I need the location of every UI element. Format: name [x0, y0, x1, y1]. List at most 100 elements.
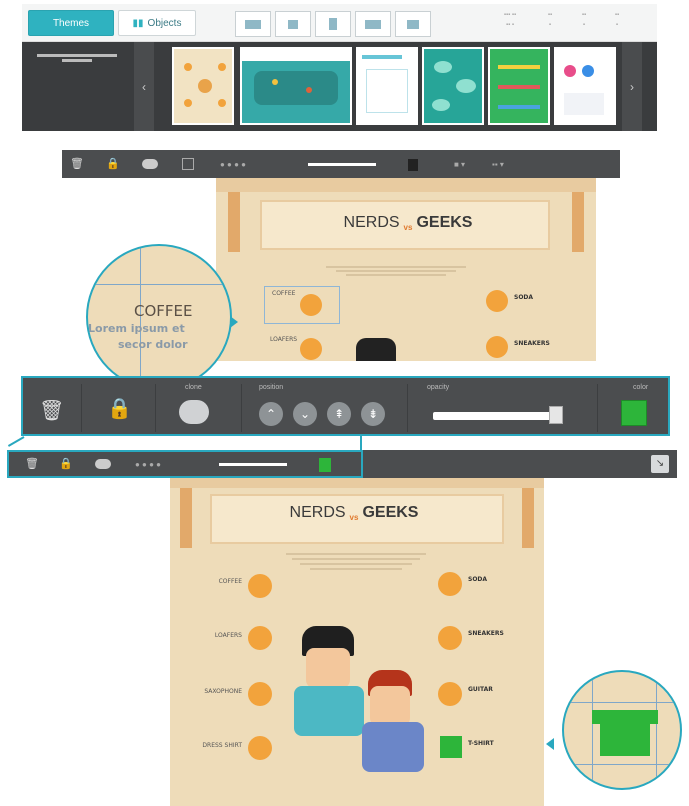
theme-thumbnail[interactable] [554, 47, 616, 125]
zoom-line-2: secor dolor [118, 338, 188, 351]
layout-option-2[interactable] [275, 11, 311, 37]
sneakers-icon[interactable] [486, 336, 508, 358]
guide-line [564, 764, 680, 765]
objects-tab[interactable]: ▮▮ Objects [118, 10, 196, 36]
guide-line [592, 672, 593, 788]
title-left: NERDS [289, 504, 346, 521]
lock-icon[interactable]: 🔒 [106, 157, 120, 170]
opacity-slider[interactable] [219, 463, 287, 466]
opacity-slider-handle[interactable] [549, 406, 563, 424]
divider [597, 384, 598, 432]
zoom-line-1: Lorem ipsum et [88, 322, 185, 335]
guitar-icon[interactable] [438, 682, 462, 706]
bring-forward-button[interactable]: ⌃ [259, 402, 283, 426]
thumb-graphic [498, 85, 540, 89]
zoom-pointer [546, 738, 554, 750]
lock-icon[interactable]: 🔒 [59, 457, 73, 470]
clone-icon[interactable] [95, 459, 111, 469]
clone-icon[interactable] [179, 400, 209, 424]
title-right: GEEKS [416, 214, 473, 231]
theme-thumbnail-selected[interactable] [240, 47, 352, 125]
theme-thumbnail[interactable] [356, 47, 418, 125]
send-to-back-button[interactable]: ⇟ [361, 402, 385, 426]
title-right: GEEKS [362, 504, 419, 521]
soda-icon[interactable] [438, 572, 462, 596]
strip-next-button[interactable]: › [622, 42, 642, 131]
item-label: SODA [514, 294, 534, 301]
strip-hint-text [28, 52, 126, 66]
position-label: position [259, 384, 284, 391]
loafers-icon[interactable] [300, 338, 322, 360]
soda-icon[interactable] [486, 290, 508, 312]
bring-to-front-button[interactable]: ⇞ [327, 402, 351, 426]
thumb-graphic [434, 61, 452, 73]
t-shirt-icon[interactable] [440, 736, 462, 758]
theme-thumbnail[interactable] [422, 47, 484, 125]
poster-intro-text [326, 264, 466, 284]
item-label: DRESS SHIRT [202, 742, 242, 749]
font-size-control[interactable]: ■ ▾ [454, 160, 465, 169]
opacity-slider[interactable] [433, 412, 563, 420]
poster-border [522, 488, 534, 548]
item-label: SAXOPHONE [204, 688, 242, 695]
opacity-label: opacity [427, 384, 450, 391]
theme-thumbnail[interactable] [488, 47, 550, 125]
geek-face [370, 686, 410, 726]
saxophone-icon[interactable] [248, 682, 272, 706]
thumb-graphic [184, 99, 192, 107]
object-toolbar-lower: 🗑 🔒 ● ● ● ● ↘ [7, 450, 677, 478]
info-readout: ▪▪ ▪ [547, 12, 553, 28]
layer-icon[interactable] [182, 158, 194, 170]
dress-shirt-icon[interactable] [248, 736, 272, 760]
themes-tab[interactable]: Themes [28, 10, 114, 36]
title-vs: vs [403, 223, 413, 232]
coffee-icon[interactable] [300, 294, 322, 316]
double-chevron-down-icon: ⇟ [367, 407, 379, 421]
expand-icon[interactable]: ↘ [651, 455, 669, 473]
zoom-magnifier-tshirt [562, 670, 682, 790]
layout-icon [288, 19, 298, 29]
sneakers-icon[interactable] [438, 626, 462, 650]
item-label: COFFEE [218, 578, 242, 585]
opacity-slider[interactable] [308, 163, 376, 166]
loafers-icon[interactable] [248, 626, 272, 650]
info-readout: ▪▪ ▪ [614, 12, 620, 28]
color-label: color [633, 384, 649, 391]
layout-option-3[interactable] [315, 11, 351, 37]
color-swatch[interactable] [408, 159, 418, 171]
chevron-right-icon: › [630, 79, 634, 94]
thumb-graphic [564, 93, 604, 115]
send-backward-button[interactable]: ⌄ [293, 402, 317, 426]
trash-icon[interactable]: 🗑 [70, 157, 84, 170]
trash-icon[interactable]: 🗑 [25, 457, 39, 470]
color-swatch[interactable] [621, 400, 647, 426]
clone-icon[interactable] [142, 159, 158, 169]
thumb-graphic [456, 79, 476, 93]
color-swatch[interactable] [319, 458, 331, 472]
thumb-graphic [362, 55, 402, 59]
chevron-down-icon: ⌄ [299, 407, 311, 421]
layout-option-4[interactable] [355, 11, 391, 37]
layout-option-5[interactable] [395, 11, 431, 37]
theme-thumbnail[interactable] [172, 47, 234, 125]
thumb-graphic [366, 69, 408, 113]
title-vs: vs [349, 513, 359, 522]
poster-border [216, 178, 596, 192]
thumb-graphic [218, 99, 226, 107]
objects-icon: ▮▮ [132, 17, 144, 29]
position-buttons[interactable]: ● ● ● ● [135, 460, 161, 469]
t-shirt-sleeve [592, 710, 606, 724]
theme-toolbar: Themes ▮▮ Objects ▪▪▪ ▪▪ ▪▪ ▪ ▪▪ ▪ ▪▪ ▪ ▪▪ ▪ [22, 4, 657, 42]
position-buttons[interactable]: ● ● ● ● [220, 160, 246, 169]
lock-icon[interactable]: 🔒 [107, 396, 132, 421]
coffee-icon[interactable] [248, 574, 272, 598]
strip-prev-button[interactable]: ‹ [134, 42, 154, 131]
font-control[interactable]: ▪▪ ▾ [492, 160, 504, 169]
t-shirt-sleeve [644, 710, 658, 724]
layout-option-1[interactable] [235, 11, 271, 37]
thumb-graphic [242, 49, 350, 61]
trash-icon[interactable]: 🗑 [39, 398, 64, 423]
poster-intro-text [286, 550, 426, 576]
poster-title: NERDS vs GEEKS [264, 504, 444, 522]
divider [407, 384, 408, 432]
